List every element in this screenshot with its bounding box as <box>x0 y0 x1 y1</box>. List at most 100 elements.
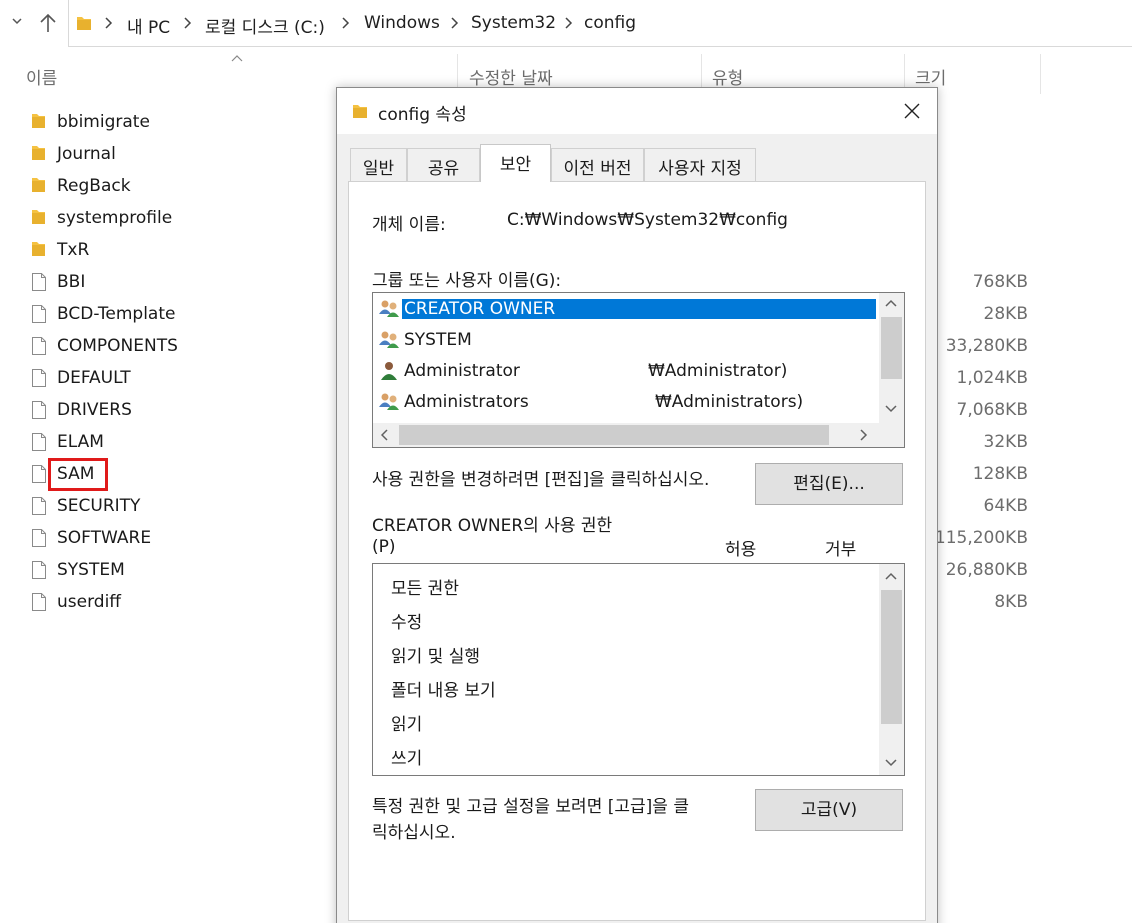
chevron-up-icon <box>885 299 897 307</box>
column-header-name[interactable]: 이름 <box>26 64 57 89</box>
file-size: 8KB <box>994 592 1028 612</box>
breadcrumb-item[interactable]: config <box>584 13 636 33</box>
tab-previous-versions[interactable]: 이전 버전 <box>551 148 644 181</box>
scroll-left-button[interactable] <box>373 424 397 446</box>
file-size: 128KB <box>972 464 1028 484</box>
deny-column-header: 거부 <box>825 540 857 560</box>
folder-icon <box>32 114 45 128</box>
file-name: Journal <box>57 144 116 164</box>
file-icon <box>31 272 47 292</box>
edit-hint: 사용 권한을 변경하려면 [편집]을 클릭하십시오. <box>372 470 710 490</box>
advanced-hint-line1: 특정 권한 및 고급 설정을 보려면 [고급]을 클 <box>372 797 689 817</box>
address-bar[interactable]: 내 PC 로컬 디스크 (C:) Windows System32 config <box>68 0 1132 47</box>
permission-item: 읽기 및 실행 <box>391 647 481 667</box>
folder-icon <box>32 146 45 160</box>
column-header-size[interactable]: 크기 <box>915 64 946 89</box>
group-list-item[interactable]: Administrator ₩Administrator) <box>378 358 878 387</box>
group-users-icon <box>379 300 399 317</box>
group-name: CREATOR OWNER <box>402 299 876 319</box>
breadcrumb-item[interactable]: System32 <box>471 13 556 33</box>
groups-label: 그룹 또는 사용자 이름(G): <box>372 271 562 291</box>
file-icon <box>31 528 47 548</box>
scroll-down-button[interactable] <box>879 397 903 419</box>
chevron-right-icon <box>342 17 350 29</box>
advanced-button[interactable]: 고급(V) <box>755 789 903 831</box>
up-button[interactable] <box>38 12 58 34</box>
file-size: 7,068KB <box>956 400 1028 420</box>
file-icon <box>32 593 46 611</box>
single-user-icon <box>381 362 397 380</box>
tab-sharing[interactable]: 공유 <box>407 148 480 181</box>
file-icon <box>32 465 46 483</box>
tab-security[interactable]: 보안 <box>480 144 551 182</box>
close-button[interactable] <box>897 98 927 124</box>
folder-icon <box>32 178 45 192</box>
file-icon <box>32 529 46 547</box>
permissions-title: CREATOR OWNER의 사용 권한 <box>372 516 613 536</box>
file-name: ELAM <box>57 432 104 452</box>
column-header-type[interactable]: 유형 <box>712 64 743 89</box>
groups-horizontal-scrollbar[interactable] <box>373 423 904 447</box>
tab-general[interactable]: 일반 <box>350 148 407 181</box>
permissions-access-key: (P) <box>372 537 396 557</box>
group-list-item[interactable]: SYSTEM <box>378 327 878 356</box>
folder-icon <box>31 208 47 226</box>
file-name: bbimigrate <box>57 112 150 132</box>
file-size: 32KB <box>983 432 1028 452</box>
group-account-suffix: ₩Administrators) <box>655 392 804 412</box>
group-users-icon <box>378 392 400 412</box>
breadcrumb-item[interactable]: 로컬 디스크 (C:) <box>205 13 325 38</box>
arrow-up-icon <box>40 13 56 32</box>
scroll-thumb[interactable] <box>881 317 902 379</box>
file-icon <box>32 401 46 419</box>
file-name: DRIVERS <box>57 400 132 420</box>
tab-customize[interactable]: 사용자 지정 <box>644 148 756 181</box>
permissions-vertical-scrollbar[interactable] <box>879 564 904 775</box>
file-icon <box>32 497 46 515</box>
chevron-right-icon <box>565 17 573 29</box>
group-list-item[interactable]: CREATOR OWNER <box>378 296 878 325</box>
column-divider[interactable] <box>1040 54 1041 94</box>
folder-icon <box>31 144 47 162</box>
groups-vertical-scrollbar[interactable] <box>879 293 904 423</box>
scroll-down-button[interactable] <box>879 751 903 773</box>
highlight-box <box>48 458 108 491</box>
file-icon <box>31 496 47 516</box>
advanced-hint-line2: 릭하십시오. <box>372 823 456 843</box>
single-user-icon <box>378 361 400 381</box>
file-size: 64KB <box>983 496 1028 516</box>
scroll-up-button[interactable] <box>879 293 903 315</box>
file-icon <box>32 273 46 291</box>
file-icon <box>31 432 47 452</box>
permission-item: 폴더 내용 보기 <box>391 681 496 701</box>
folder-icon <box>31 176 47 194</box>
folder-icon <box>31 112 47 130</box>
groups-listbox[interactable]: CREATOR OWNER SYSTEM Administrator ₩Adminis… <box>372 292 905 448</box>
file-icon <box>32 337 46 355</box>
group-account-suffix: ₩Administrator) <box>648 361 788 381</box>
allow-column-header: 허용 <box>725 540 757 560</box>
scroll-up-button[interactable] <box>879 566 903 588</box>
close-icon <box>904 103 920 119</box>
scroll-thumb[interactable] <box>399 425 829 445</box>
group-list-item[interactable]: Administrators ₩Administrators) <box>378 389 878 418</box>
folder-icon <box>32 242 45 256</box>
folder-icon <box>353 105 367 118</box>
file-icon <box>31 336 47 356</box>
file-icon <box>32 369 46 387</box>
group-users-icon <box>378 330 400 350</box>
column-header-modified[interactable]: 수정한 날짜 <box>469 64 553 89</box>
recent-locations-dropdown[interactable] <box>10 14 24 28</box>
sort-ascending-icon <box>231 55 243 62</box>
edit-button[interactable]: 편집(E)... <box>755 463 903 505</box>
dialog-title-bar[interactable]: config 속성 <box>337 88 937 134</box>
breadcrumb-item[interactable]: 내 PC <box>127 13 170 38</box>
permissions-listbox[interactable]: 모든 권한 수정 읽기 및 실행 폴더 내용 보기 읽기 쓰기 <box>372 563 905 776</box>
file-size: 1,024KB <box>956 368 1028 388</box>
chevron-right-icon <box>105 17 113 29</box>
scroll-thumb[interactable] <box>881 590 902 724</box>
permission-item: 읽기 <box>391 715 423 735</box>
file-icon <box>32 305 46 323</box>
scroll-right-button[interactable] <box>851 424 875 446</box>
breadcrumb-item[interactable]: Windows <box>364 13 440 33</box>
